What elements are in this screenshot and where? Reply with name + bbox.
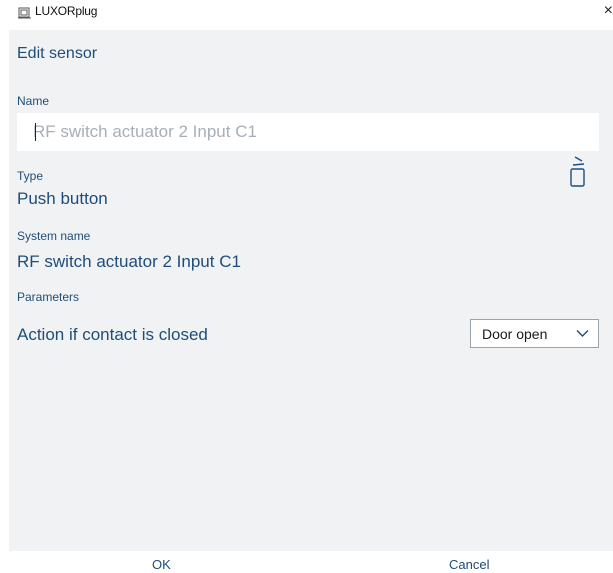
app-title: LUXORplug xyxy=(35,4,98,18)
close-button[interactable]: × xyxy=(591,0,613,28)
text-caret xyxy=(35,123,36,141)
cancel-button[interactable]: Cancel xyxy=(449,557,489,572)
name-input[interactable] xyxy=(17,113,599,151)
name-label: Name xyxy=(17,94,50,108)
parameters-label: Parameters xyxy=(17,290,80,304)
dialog-window: LUXORplug × Edit sensor Name Type Push b… xyxy=(9,0,613,573)
type-value: Push button xyxy=(17,189,108,208)
form-panel: Name Type Push button System name RF swi… xyxy=(9,76,613,551)
type-label: Type xyxy=(17,169,44,183)
title-bar: LUXORplug × xyxy=(9,0,613,30)
system-name-label: System name xyxy=(17,229,91,243)
action-label: Action if contact is closed xyxy=(17,325,208,344)
trash-icon[interactable] xyxy=(567,155,587,189)
action-select-value: Door open xyxy=(482,326,548,342)
app-logo-icon xyxy=(18,7,31,19)
action-select[interactable]: Door open xyxy=(470,319,599,348)
chevron-down-icon xyxy=(576,330,589,337)
ok-button[interactable]: OK xyxy=(152,557,171,572)
dialog-footer: OK Cancel xyxy=(9,551,613,573)
system-name-value: RF switch actuator 2 Input C1 xyxy=(17,252,241,271)
dialog-header: Edit sensor xyxy=(9,30,613,76)
page-title: Edit sensor xyxy=(17,45,98,62)
